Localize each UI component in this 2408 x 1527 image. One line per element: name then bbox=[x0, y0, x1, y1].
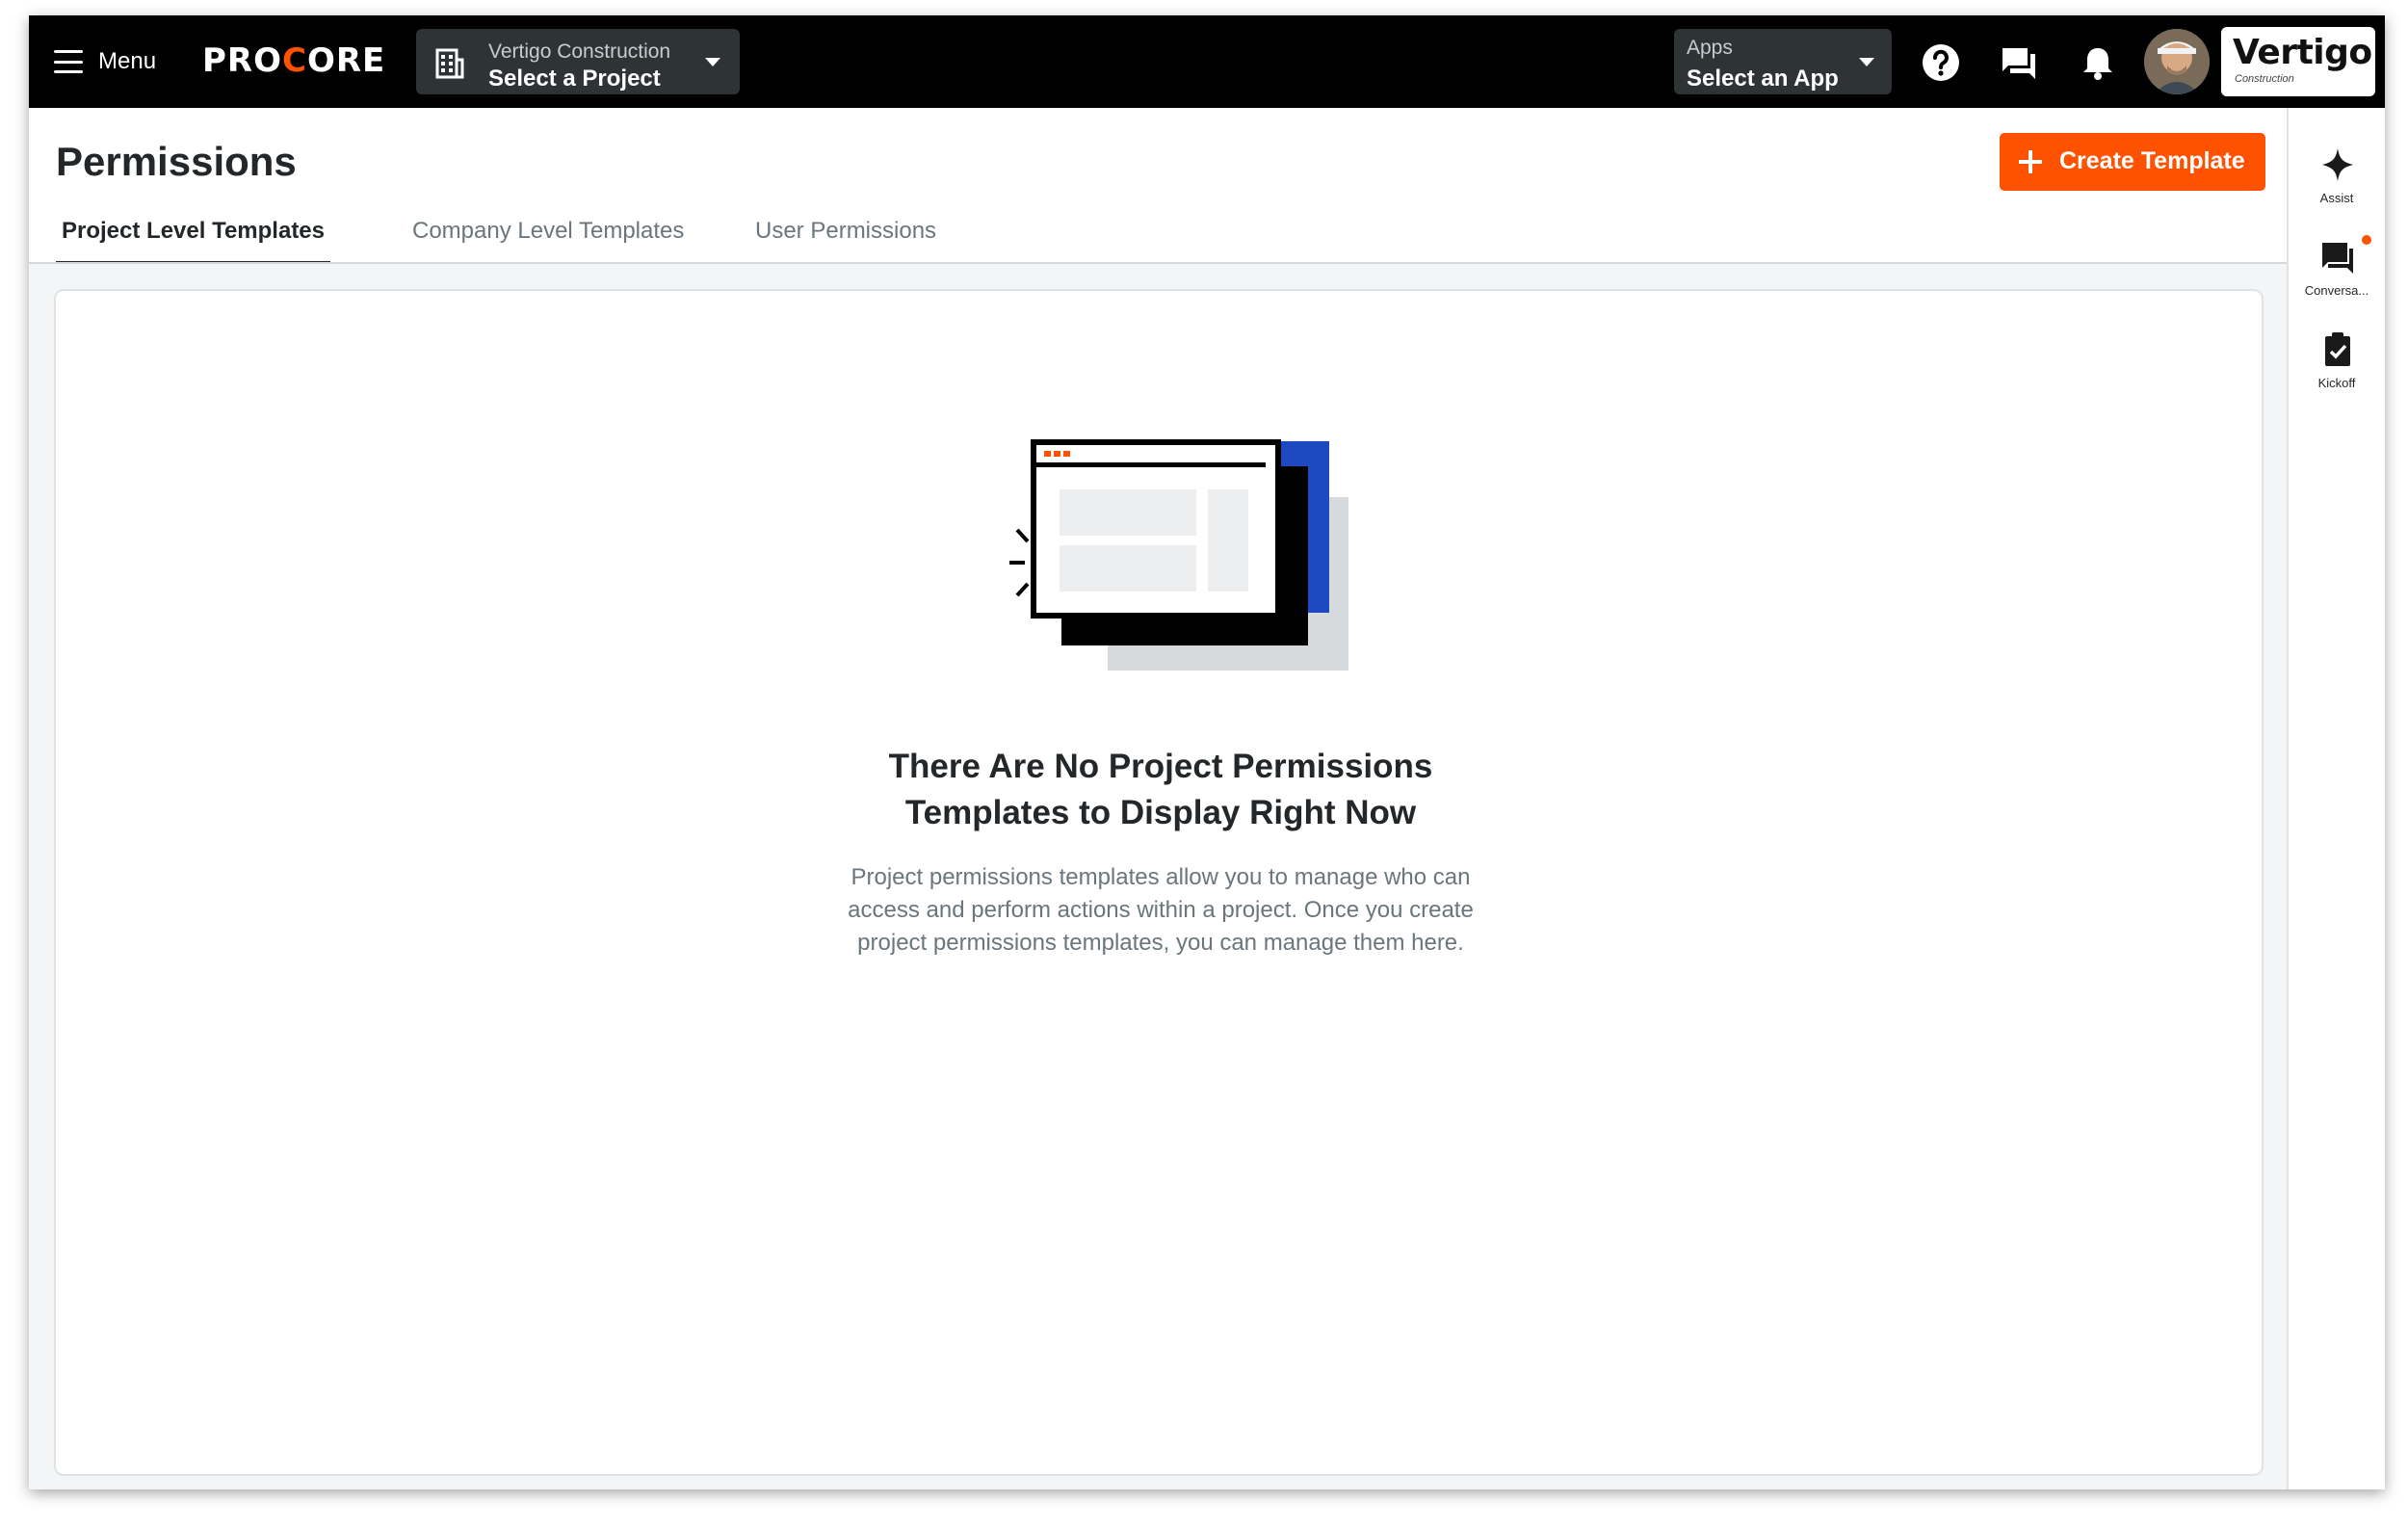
company-logo[interactable]: Vertigo Construction bbox=[2221, 27, 2375, 96]
company-logo-name: Vertigo bbox=[2233, 33, 2372, 72]
project-picker-label: Select a Project bbox=[488, 66, 661, 92]
empty-title-line-1: There Are No Project Permissions bbox=[888, 748, 1433, 785]
rail-label-kickoff: Kickoff bbox=[2317, 376, 2356, 390]
top-nav: Menu PROCORE Vertigo Construction Select… bbox=[29, 15, 2385, 108]
right-rail: Assist Conversa... Kickoff bbox=[2287, 108, 2385, 1489]
company-logo-sub: Construction bbox=[2235, 73, 2294, 85]
rail-label-assist: Assist bbox=[2319, 191, 2354, 205]
building-icon bbox=[435, 48, 464, 79]
empty-title-line-2: Templates to Display Right Now bbox=[904, 794, 1417, 831]
tab-user-permissions[interactable]: User Permissions bbox=[749, 206, 942, 266]
menu-label: Menu bbox=[98, 48, 157, 74]
empty-desc-line-2: access and perform actions within a proj… bbox=[848, 897, 1474, 923]
tab-company-level-templates[interactable]: Company Level Templates bbox=[406, 206, 690, 266]
empty-desc-line-3: project permissions templates, you can m… bbox=[857, 930, 1464, 956]
help-icon[interactable] bbox=[1921, 42, 1961, 83]
user-photo-icon bbox=[2144, 29, 2210, 94]
create-template-button[interactable]: Create Template bbox=[2000, 133, 2265, 191]
chat-icon[interactable] bbox=[1999, 42, 2039, 83]
rail-item-assist[interactable]: Assist bbox=[2289, 146, 2385, 229]
empty-desc-line-1: Project permissions templates allow you … bbox=[851, 864, 1471, 890]
chevron-down-icon bbox=[705, 58, 720, 66]
chat-icon bbox=[2322, 243, 2353, 274]
page-title: Permissions bbox=[56, 139, 297, 184]
empty-window-illustration bbox=[1009, 439, 1348, 671]
tab-project-level-templates[interactable]: Project Level Templates bbox=[56, 206, 330, 266]
avatar[interactable] bbox=[2144, 29, 2210, 94]
app-picker[interactable]: Apps Select an App bbox=[1674, 29, 1892, 94]
app-picker-small: Apps bbox=[1687, 37, 1733, 59]
app-window: Menu PROCORE Vertigo Construction Select… bbox=[29, 15, 2385, 1489]
clipboard-check-icon bbox=[2325, 332, 2350, 366]
create-template-label: Create Template bbox=[2059, 147, 2245, 174]
chevron-down-icon bbox=[1859, 58, 1874, 66]
project-company-name: Vertigo Construction bbox=[488, 40, 671, 63]
plus-icon bbox=[2019, 150, 2042, 173]
hamburger-icon bbox=[54, 50, 83, 73]
procore-logo[interactable]: PROCORE bbox=[202, 41, 385, 80]
sparkle-icon bbox=[2322, 148, 2353, 181]
empty-state-description: Project permissions templates allow you … bbox=[29, 861, 2292, 960]
rail-item-conversations[interactable]: Conversa... bbox=[2289, 235, 2385, 322]
notification-dot bbox=[2362, 235, 2371, 245]
rail-item-kickoff[interactable]: Kickoff bbox=[2289, 331, 2385, 414]
empty-state-title: There Are No Project Permissions Templat… bbox=[29, 744, 2292, 836]
rail-label-conversations: Conversa... bbox=[2304, 283, 2369, 298]
bell-icon[interactable] bbox=[2078, 42, 2118, 83]
app-picker-label: Select an App bbox=[1687, 66, 1839, 92]
project-picker[interactable]: Vertigo Construction Select a Project bbox=[416, 29, 740, 94]
menu-button[interactable]: Menu bbox=[54, 42, 156, 81]
